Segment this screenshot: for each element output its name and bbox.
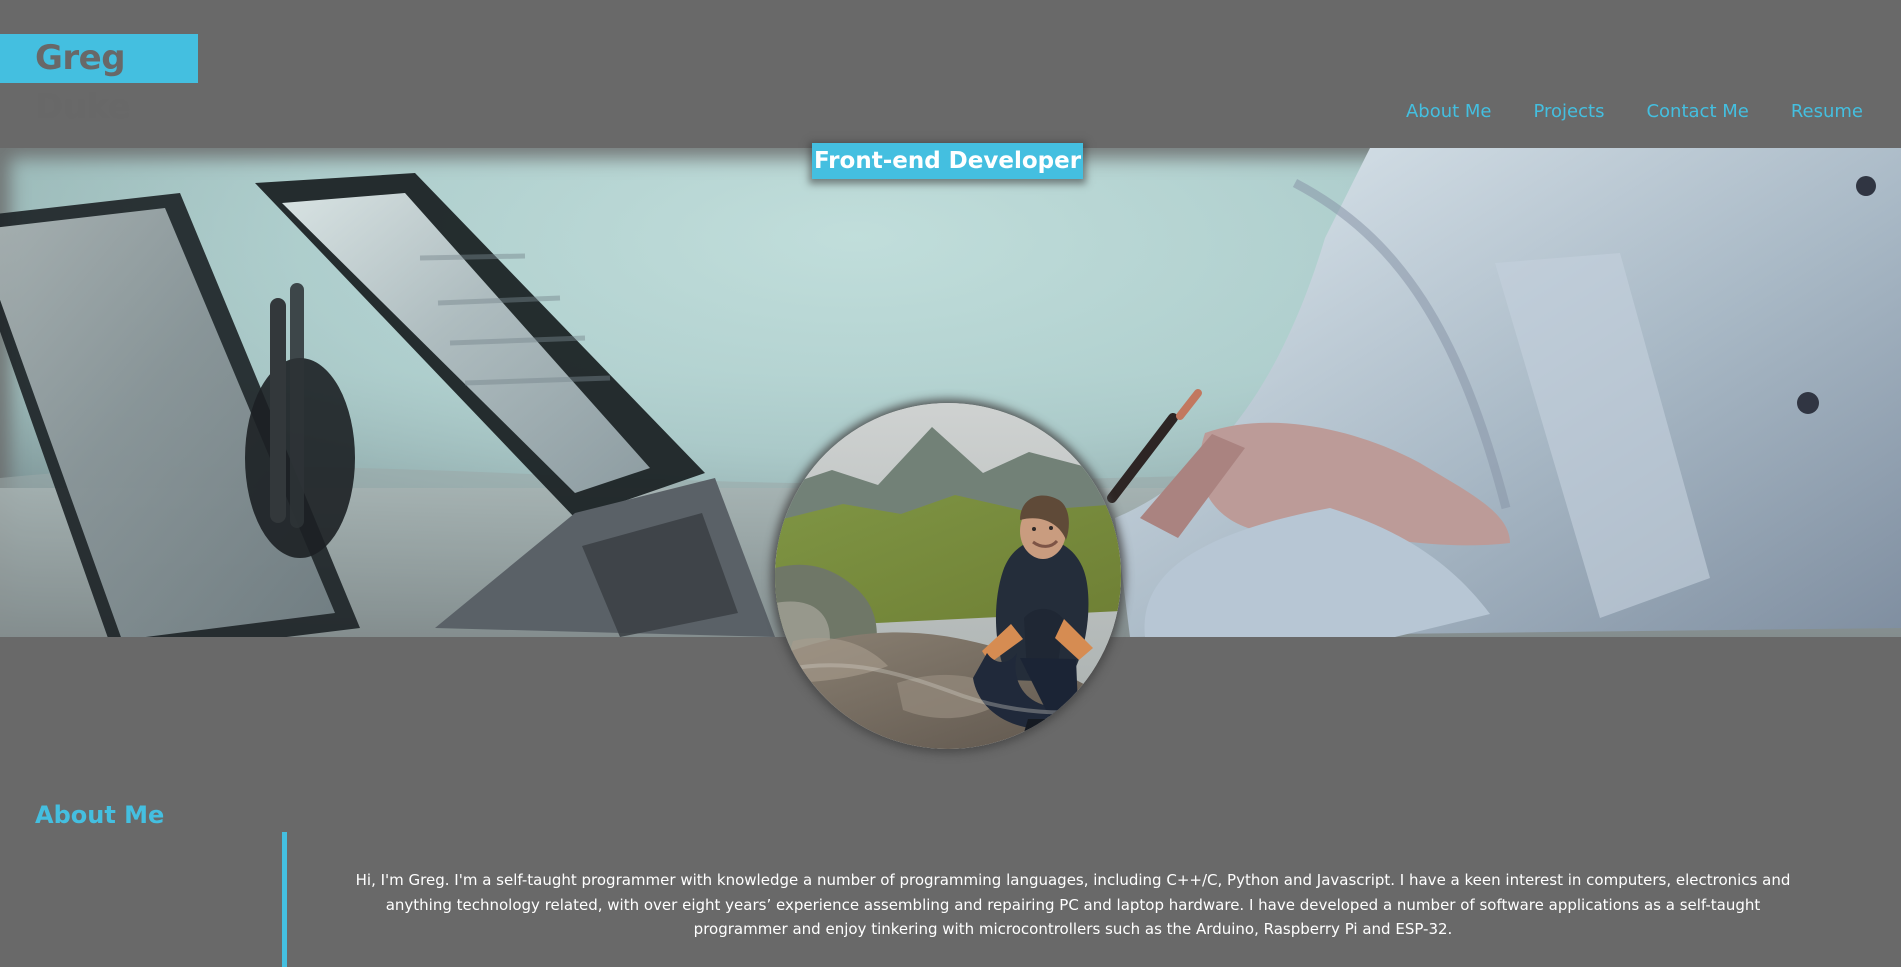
about-me-panel: Hi, I'm Greg. I'm a self-taught programm… xyxy=(282,832,1901,967)
about-me-heading: About Me xyxy=(35,801,165,829)
about-me-description: Hi, I'm Greg. I'm a self-taught programm… xyxy=(355,871,1791,938)
main-navigation: About Me Projects Contact Me Resume xyxy=(1406,100,1863,124)
profile-photo-image xyxy=(775,403,1121,749)
nav-about-me[interactable]: About Me xyxy=(1406,100,1492,124)
nav-contact-me[interactable]: Contact Me xyxy=(1646,100,1748,124)
nav-resume[interactable]: Resume xyxy=(1791,100,1863,124)
nav-projects[interactable]: Projects xyxy=(1534,100,1605,124)
profile-photo xyxy=(775,403,1121,749)
role-title-badge: Front-end Developer xyxy=(812,143,1083,179)
portfolio-page: Greg Duke About Me Projects Contact Me R… xyxy=(0,0,1901,967)
site-logo-name[interactable]: Greg Duke xyxy=(0,34,198,127)
